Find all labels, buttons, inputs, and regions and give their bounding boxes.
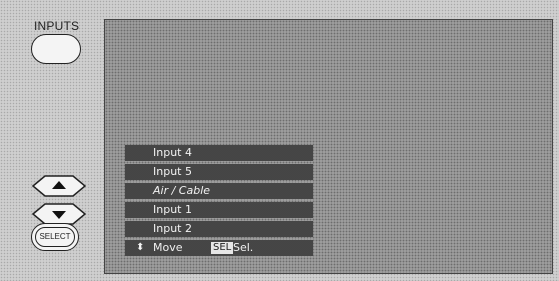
hint-sel-key: SEL <box>211 242 234 254</box>
down-arrow-icon <box>31 203 87 225</box>
menu-item-input-2[interactable]: Input 2 <box>125 221 313 237</box>
inputs-button[interactable] <box>31 34 81 64</box>
menu-item-input-1[interactable]: Input 1 <box>125 202 313 218</box>
select-button-label: SELECT <box>35 227 75 247</box>
down-arrow-button[interactable] <box>31 203 87 225</box>
menu-item-input-4[interactable]: Input 4 <box>125 145 313 161</box>
up-arrow-icon <box>31 175 87 197</box>
up-down-icon: ⬍ <box>136 242 145 253</box>
hint-move-label: Move <box>153 241 183 254</box>
navigation-hint: ⬍ Move SEL Sel. <box>125 240 313 256</box>
input-menu: Input 4 Input 5 Air / Cable Input 1 Inpu… <box>125 145 313 256</box>
select-button[interactable]: SELECT <box>31 223 79 251</box>
menu-item-input-5[interactable]: Input 5 <box>125 164 313 180</box>
remote-panel: INPUTS SELECT <box>0 0 104 281</box>
inputs-label: INPUTS <box>34 19 80 33</box>
hint-sel-label: Sel. <box>233 241 254 254</box>
up-arrow-button[interactable] <box>31 175 87 197</box>
menu-item-air-cable[interactable]: Air / Cable <box>125 183 313 199</box>
